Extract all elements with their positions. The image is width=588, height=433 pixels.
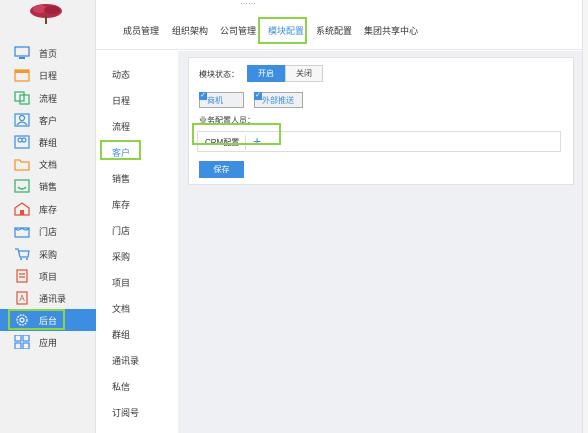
app-sidebar: 首页 日程 流程 客户 群组 文档 销售 库存 门店 采购 项目 A 通讯录 后…	[0, 0, 96, 433]
sidebar-item-label: 首页	[39, 48, 58, 59]
scrollbar-track[interactable]	[582, 0, 588, 433]
sidebar-item-label: 采购	[39, 249, 58, 260]
sidebar-item-group[interactable]: 群组	[0, 131, 96, 153]
store-icon	[13, 222, 31, 240]
checkbox-opportunity[interactable]: ✓ 商机	[199, 92, 244, 108]
subnav-item-sales[interactable]: 销售	[112, 172, 130, 185]
sales-icon	[13, 177, 31, 195]
sidebar-item-customer[interactable]: 客户	[0, 109, 96, 131]
group-icon	[13, 133, 31, 151]
sidebar-item-label: 日程	[39, 70, 58, 81]
sidebar-item-label: 文档	[39, 159, 58, 170]
tab-system-config[interactable]: 系统配置	[316, 24, 352, 37]
subnav-item-purchase[interactable]: 采购	[112, 250, 130, 263]
highlight-members	[192, 123, 281, 145]
sidebar-item-label: 门店	[39, 226, 58, 237]
sidebar-item-label: 群组	[39, 137, 58, 148]
sidebar-item-label: 通讯录	[39, 293, 67, 304]
sidebar-item-label: 流程	[39, 93, 58, 104]
sidebar-item-schedule[interactable]: 日程	[0, 64, 96, 86]
subnav-item-flow[interactable]: 流程	[112, 120, 130, 133]
checkmark-icon: ✓	[199, 92, 207, 100]
module-status-label: 模块状态：	[199, 70, 239, 79]
toggle-on-button[interactable]: 开启	[247, 65, 285, 82]
save-button[interactable]: 保存	[199, 161, 244, 178]
highlight-admin	[8, 309, 65, 330]
apps-icon	[13, 333, 31, 351]
tab-org[interactable]: 组织架构	[172, 24, 208, 37]
calendar-icon	[13, 66, 31, 84]
tab-group-share[interactable]: 集团共享中心	[364, 24, 418, 37]
subnav-item-feed[interactable]: 动态	[112, 68, 130, 81]
sidebar-item-label: 应用	[39, 337, 58, 348]
top-nav: …… 成员管理 组织架构 公司管理 模块配置 系统配置 集团共享中心	[96, 0, 588, 50]
warehouse-icon	[13, 200, 31, 218]
contacts-icon: A	[13, 289, 31, 307]
customer-icon	[13, 111, 31, 129]
sidebar-item-sales[interactable]: 销售	[0, 175, 96, 197]
highlight-customer	[100, 140, 141, 160]
subnav-item-subscriptions[interactable]: 订阅号	[112, 406, 139, 419]
subnav-item-docs[interactable]: 文档	[112, 302, 130, 315]
sidebar-item-label: 库存	[39, 204, 58, 215]
sidebar-item-label: 项目	[39, 271, 58, 282]
cart-icon	[13, 245, 31, 263]
main-content: 模块状态： 开启 关闭 ✓ 商机 ✓ 外部推送 业务配置人员： CRM配置 + …	[178, 51, 588, 433]
subnav-item-messages[interactable]: 私信	[112, 380, 130, 393]
flow-icon	[13, 89, 31, 107]
sidebar-item-project[interactable]: 项目	[0, 265, 96, 287]
subnav-item-store[interactable]: 门店	[112, 224, 130, 237]
tab-members[interactable]: 成员管理	[123, 24, 159, 37]
tab-company[interactable]: 公司管理	[220, 24, 256, 37]
subnav-item-schedule[interactable]: 日程	[112, 94, 130, 107]
sidebar-item-inventory[interactable]: 库存	[0, 198, 96, 220]
project-icon	[13, 267, 31, 285]
highlight-module-config	[258, 17, 307, 44]
toggle-off-button[interactable]: 关闭	[285, 65, 323, 82]
sidebar-item-label: 销售	[39, 181, 58, 192]
monitor-icon	[13, 44, 31, 62]
module-config-panel: 模块状态： 开启 关闭 ✓ 商机 ✓ 外部推送 业务配置人员： CRM配置 + …	[188, 57, 574, 185]
sidebar-item-store[interactable]: 门店	[0, 220, 96, 242]
subnav-item-group[interactable]: 群组	[112, 328, 130, 341]
subnav-item-project[interactable]: 项目	[112, 276, 130, 289]
sidebar-item-purchase[interactable]: 采购	[0, 243, 96, 265]
top-strip-text: ……	[240, 0, 256, 4]
module-subnav: 动态 日程 流程 客户 销售 库存 门店 采购 项目 文档 群组 通讯录 私信 …	[96, 51, 178, 433]
subnav-item-contacts[interactable]: 通讯录	[112, 354, 139, 367]
checkmark-icon: ✓	[254, 92, 262, 100]
sidebar-item-flow[interactable]: 流程	[0, 87, 96, 109]
sidebar-item-contacts[interactable]: A 通讯录	[0, 287, 96, 309]
sidebar-item-home[interactable]: 首页	[0, 42, 96, 64]
subnav-item-inventory[interactable]: 库存	[112, 198, 130, 211]
folder-icon	[13, 155, 31, 173]
checkbox-label: 外部推送	[262, 95, 294, 105]
tree-logo-icon	[30, 4, 62, 24]
checkbox-external-push[interactable]: ✓ 外部推送	[254, 92, 303, 108]
sidebar-item-docs[interactable]: 文档	[0, 153, 96, 175]
checkbox-label: 商机	[207, 95, 223, 105]
svg-text:A: A	[19, 294, 25, 303]
sidebar-item-label: 客户	[39, 115, 58, 126]
sidebar-item-apps[interactable]: 应用	[0, 331, 96, 353]
